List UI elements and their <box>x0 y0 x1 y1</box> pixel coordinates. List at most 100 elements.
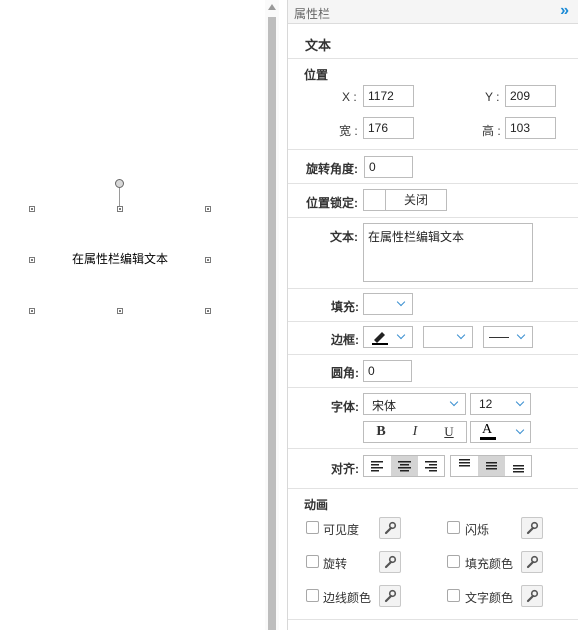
lock-toggle-on[interactable] <box>364 190 386 210</box>
animation-section: 动画 可见度 闪烁 旋转 填充颜色 边线颜色 文字颜色 <box>288 489 578 620</box>
border-color-dropdown[interactable] <box>363 326 413 348</box>
panel-header: 属性栏 » <box>288 0 578 24</box>
chevron-down-icon <box>456 330 466 340</box>
rotate-checkbox[interactable] <box>306 555 319 568</box>
font-size-dropdown[interactable]: 12 <box>470 393 531 415</box>
rotate-handle[interactable] <box>115 179 124 188</box>
font-color-icon: A <box>482 422 493 437</box>
blink-settings-button[interactable] <box>521 517 543 539</box>
wrench-icon <box>526 555 539 569</box>
fill-color-anim-checkbox[interactable] <box>447 555 460 568</box>
fill-color-dropdown[interactable] <box>363 293 413 315</box>
scrollbar-thumb[interactable] <box>268 17 276 630</box>
property-panel: 属性栏 » 文本 位置 X : 1172 Y : 209 宽 : 176 高 :… <box>287 0 578 630</box>
text-color-anim-settings-button[interactable] <box>521 585 543 607</box>
resize-handle-bottom[interactable] <box>117 308 123 314</box>
border-style-dropdown[interactable] <box>483 326 533 348</box>
border-label: 边框: <box>331 333 359 347</box>
align-middle-icon <box>486 462 497 470</box>
chevron-down-icon <box>515 397 525 407</box>
resize-handle-top[interactable] <box>117 206 123 212</box>
font-family-value: 宋体 <box>372 399 397 413</box>
align-top-icon <box>459 459 470 467</box>
x-input[interactable]: 1172 <box>363 85 414 107</box>
solid-line-icon <box>489 337 509 338</box>
border-color-anim-settings-button[interactable] <box>379 585 401 607</box>
border-color-anim-label: 边线颜色 <box>323 591 372 605</box>
underline-button[interactable]: U <box>432 422 466 442</box>
wrench-icon <box>384 589 397 603</box>
text-color-anim-checkbox[interactable] <box>447 589 460 602</box>
font-label: 字体: <box>331 400 359 414</box>
wrench-icon <box>384 521 397 535</box>
rotate-label: 旋转 <box>323 557 348 571</box>
align-section: 对齐: <box>288 449 578 489</box>
radius-input[interactable]: 0 <box>363 360 412 382</box>
wrench-icon <box>526 589 539 603</box>
chevron-down-icon <box>515 425 525 435</box>
chevron-down-icon <box>516 330 526 340</box>
font-size-value: 12 <box>479 397 493 411</box>
fill-color-anim-label: 填充颜色 <box>465 557 514 571</box>
align-label: 对齐: <box>331 462 359 476</box>
align-bottom-icon <box>513 465 524 473</box>
position-section: 位置 X : 1172 Y : 209 宽 : 176 高 : 103 <box>288 59 578 150</box>
lock-toggle[interactable]: 关闭 <box>363 189 447 211</box>
visibility-settings-button[interactable] <box>379 517 401 539</box>
y-input[interactable]: 209 <box>505 85 556 107</box>
double-chevron-right-icon[interactable]: » <box>560 2 569 20</box>
resize-handle-top-right[interactable] <box>205 206 211 212</box>
align-center-button[interactable] <box>391 456 418 476</box>
font-family-dropdown[interactable]: 宋体 <box>363 393 466 415</box>
x-label: X : <box>342 90 357 104</box>
fill-color-anim-settings-button[interactable] <box>521 551 543 573</box>
chevron-down-icon <box>396 330 406 340</box>
wrench-icon <box>384 555 397 569</box>
align-right-icon <box>425 461 437 472</box>
lock-section: 位置锁定: 关闭 <box>288 184 578 218</box>
font-color-dropdown[interactable]: A <box>470 421 531 443</box>
align-bottom-button[interactable] <box>505 456 531 476</box>
align-left-button[interactable] <box>364 456 391 476</box>
canvas-scrollbar[interactable] <box>265 0 279 630</box>
chevron-down-icon <box>449 397 459 407</box>
width-label: 宽 : <box>339 124 358 138</box>
lock-toggle-state[interactable]: 关闭 <box>386 190 446 210</box>
visibility-checkbox[interactable] <box>306 521 319 534</box>
resize-handle-bottom-right[interactable] <box>205 308 211 314</box>
align-top-button[interactable] <box>451 456 478 476</box>
italic-button[interactable]: I <box>398 422 432 442</box>
text-shape[interactable]: 在属性栏编辑文本 <box>32 250 208 267</box>
border-color-anim-checkbox[interactable] <box>306 589 319 602</box>
height-input[interactable]: 103 <box>505 117 556 139</box>
text-textarea[interactable]: 在属性栏编辑文本 <box>363 223 533 282</box>
rotate-settings-button[interactable] <box>379 551 401 573</box>
chevron-down-icon <box>396 297 406 307</box>
width-input[interactable]: 176 <box>363 117 414 139</box>
design-canvas[interactable]: 在属性栏编辑文本 <box>0 0 265 630</box>
radius-label: 圆角: <box>331 366 359 380</box>
resize-handle-bottom-left[interactable] <box>29 308 35 314</box>
vertical-align-group <box>450 455 532 477</box>
scroll-up-arrow-icon[interactable] <box>268 4 276 10</box>
bold-button[interactable]: B <box>364 422 398 442</box>
horizontal-align-group <box>363 455 445 477</box>
resize-handle-top-left[interactable] <box>29 206 35 212</box>
section-title: 文本 <box>305 38 332 53</box>
border-width-dropdown[interactable] <box>423 326 473 348</box>
text-color-anim-label: 文字颜色 <box>465 591 514 605</box>
radius-section: 圆角: 0 <box>288 355 578 388</box>
align-left-icon <box>371 461 383 472</box>
text-label: 文本: <box>330 230 358 244</box>
border-section: 边框: <box>288 322 578 355</box>
blink-checkbox[interactable] <box>447 521 460 534</box>
lock-label: 位置锁定: <box>306 196 358 210</box>
rotation-input[interactable]: 0 <box>364 156 413 178</box>
align-right-button[interactable] <box>418 456 444 476</box>
animation-heading: 动画 <box>304 498 329 512</box>
y-label: Y : <box>485 90 500 104</box>
font-color-swatch <box>480 437 496 440</box>
align-center-icon <box>398 461 411 472</box>
blink-label: 闪烁 <box>465 523 490 537</box>
align-middle-button[interactable] <box>478 456 505 476</box>
